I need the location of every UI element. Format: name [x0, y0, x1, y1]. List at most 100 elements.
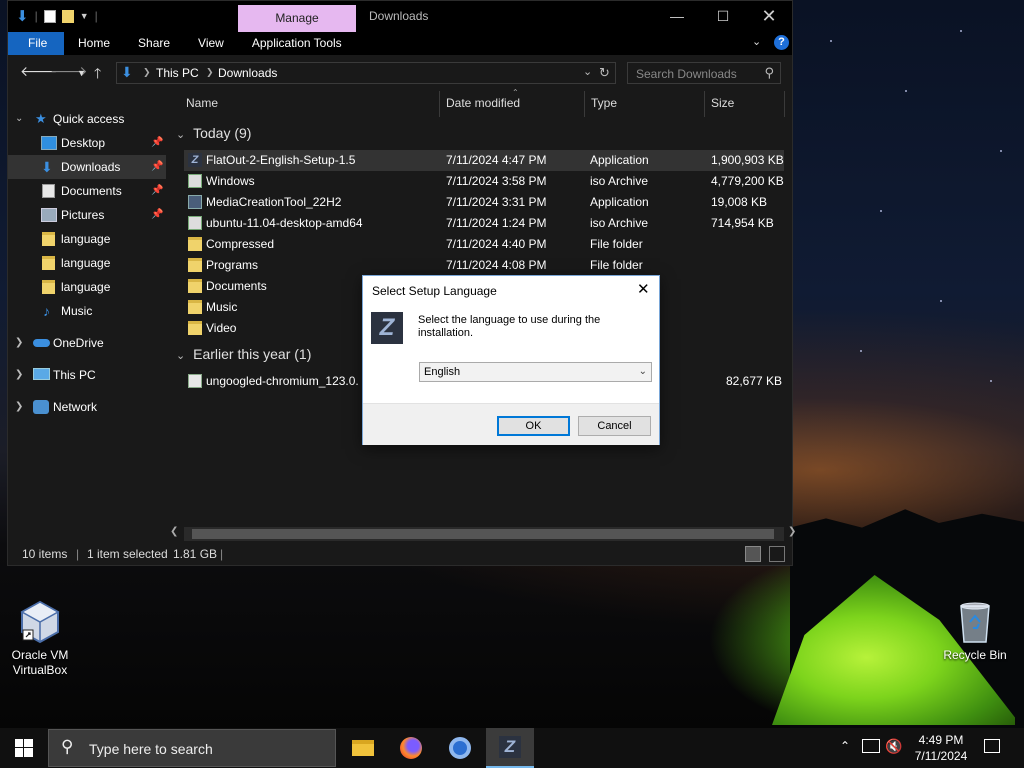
expand-chevron-icon[interactable]: ❯ [15, 363, 23, 387]
cancel-button[interactable]: Cancel [578, 416, 651, 436]
sidebar-item-language[interactable]: language [8, 227, 166, 251]
tab-home[interactable]: Home [64, 32, 124, 55]
address-dropdown-icon[interactable]: ⌄ [583, 65, 592, 78]
taskbar-firefox[interactable] [387, 728, 435, 768]
sidebar-item-label: Downloads [61, 160, 121, 174]
sidebar-item-this-pc[interactable]: ❯ This PC [8, 363, 166, 387]
help-icon[interactable]: ? [774, 35, 789, 50]
taskbar-chromium[interactable] [436, 728, 484, 768]
file-row[interactable]: Z FlatOut-2-English-Setup-1.5 7/11/2024 … [184, 150, 784, 171]
collapse-chevron-icon: ⌄ [176, 129, 186, 141]
network-icon[interactable] [862, 739, 880, 753]
maximize-button[interactable]: ☐ [700, 1, 746, 32]
tab-view[interactable]: View [184, 32, 238, 55]
language-select[interactable]: English ⌄ [419, 362, 652, 382]
properties-icon[interactable] [43, 9, 56, 23]
column-header-date[interactable]: Date modified [446, 96, 520, 110]
file-row[interactable]: ubuntu-11.04-desktop-amd64 7/11/2024 1:2… [184, 213, 784, 234]
refresh-icon[interactable]: ↻ [599, 65, 610, 81]
column-header-name[interactable]: Name [186, 96, 218, 110]
tab-share[interactable]: Share [124, 32, 184, 55]
ok-button[interactable]: OK [497, 416, 570, 436]
recycle-bin-icon [955, 600, 995, 644]
close-button[interactable]: ✕ [746, 1, 792, 32]
file-type: Application [590, 195, 649, 209]
search-box[interactable]: Search Downloads ⚲ [627, 62, 781, 84]
sidebar-item-label: Pictures [61, 208, 105, 222]
folder-icon [188, 258, 202, 272]
file-size: 714,954 KB [711, 216, 774, 230]
sidebar-item-label: language [61, 232, 111, 246]
setup-app-icon: Z [499, 736, 521, 758]
large-icons-view-icon[interactable] [769, 546, 785, 562]
address-bar[interactable]: ⬇ ❯ This PC ❯ Downloads ⌄ ↻ [116, 62, 616, 84]
expand-chevron-icon[interactable]: ❯ [15, 395, 23, 419]
breadcrumb-this-pc[interactable]: This PC [156, 66, 199, 80]
notifications-icon[interactable] [984, 739, 1000, 753]
start-button[interactable] [0, 728, 48, 768]
column-header-size[interactable]: Size [711, 96, 734, 110]
file-row[interactable]: Compressed 7/11/2024 4:40 PM File folder [184, 234, 784, 255]
scroll-left-icon[interactable]: ❮ [170, 526, 178, 537]
sidebar-item-desktop[interactable]: Desktop 📌 [8, 131, 166, 155]
setup-app-icon: Z [371, 312, 403, 344]
tab-manage[interactable]: Manage [238, 5, 356, 32]
file-row[interactable]: Windows 7/11/2024 3:58 PM iso Archive 4,… [184, 171, 784, 192]
clock[interactable]: 4:49 PM 7/11/2024 [906, 732, 976, 764]
download-arrow-icon[interactable]: ⬇ [16, 7, 29, 25]
group-header-today[interactable]: ⌄ Today (9) [176, 125, 251, 141]
desktop-icon-recycle-bin[interactable]: Recycle Bin [935, 600, 1015, 663]
sidebar-item-language[interactable]: language [8, 275, 166, 299]
file-name: Programs [206, 258, 259, 272]
language-select-value: English [424, 366, 461, 378]
ribbon-expand-icon[interactable]: ⌄ [752, 35, 761, 48]
file-row[interactable]: Programs 7/11/2024 4:08 PM File folder [184, 255, 784, 276]
qat-dropdown-icon[interactable]: ▼ [80, 11, 89, 21]
up-arrow-icon[interactable]: 🡑 [94, 63, 101, 87]
star-icon: ★ [35, 111, 47, 126]
file-name: MediaCreationTool_22H2 [206, 195, 342, 209]
tab-file[interactable]: File [8, 32, 64, 55]
pictures-folder-icon [41, 208, 57, 222]
file-type: File folder [590, 237, 643, 251]
sidebar-item-language[interactable]: language [8, 251, 166, 275]
horizontal-scrollbar[interactable]: ❮ ❯ [170, 526, 796, 541]
group-header-earlier[interactable]: ⌄ Earlier this year (1) [176, 346, 311, 362]
dialog-close-icon[interactable]: ✕ [637, 280, 650, 298]
sidebar-item-label: This PC [53, 368, 96, 382]
file-date: 7/11/2024 4:40 PM [446, 237, 547, 251]
minimize-button[interactable]: — [654, 1, 700, 32]
scroll-right-icon[interactable]: ❯ [788, 526, 796, 537]
sidebar-item-music[interactable]: ♪ Music [8, 299, 166, 323]
sidebar-item-downloads[interactable]: ⬇ Downloads 📌 [8, 155, 166, 179]
taskbar-search[interactable]: ⚲ Type here to search [48, 729, 336, 767]
file-row[interactable]: MediaCreationTool_22H2 7/11/2024 3:31 PM… [184, 192, 784, 213]
search-placeholder: Search Downloads [636, 67, 737, 81]
network-icon [33, 400, 49, 414]
sidebar-item-quick-access[interactable]: ⌄ ★ Quick access [8, 107, 166, 131]
taskbar-file-explorer[interactable] [338, 728, 386, 768]
breadcrumb-downloads[interactable]: Downloads [218, 66, 277, 80]
file-name: Windows [206, 174, 255, 188]
selection-count: 1 item selected [87, 547, 168, 561]
collapse-chevron-icon[interactable]: ⌄ [15, 107, 23, 131]
details-view-icon[interactable] [745, 546, 761, 562]
sidebar-item-onedrive[interactable]: ❯ OneDrive [8, 331, 166, 355]
tab-application-tools[interactable]: Application Tools [238, 32, 356, 55]
sidebar-item-documents[interactable]: Documents 📌 [8, 179, 166, 203]
file-name: FlatOut-2-English-Setup-1.5 [206, 153, 356, 167]
column-header-type[interactable]: Type [591, 96, 617, 110]
taskbar-setup-app[interactable]: Z [486, 728, 534, 768]
scrollbar-thumb[interactable] [192, 529, 774, 539]
sidebar-item-pictures[interactable]: Pictures 📌 [8, 203, 166, 227]
sidebar-item-label: Desktop [61, 136, 106, 150]
desktop-icon-virtualbox[interactable]: Oracle VM VirtualBox [0, 600, 80, 678]
recent-locations-chevron-icon[interactable]: ▼ [77, 68, 86, 78]
sidebar-item-network[interactable]: ❯ Network [8, 395, 166, 419]
setup-app-icon: Z [188, 153, 202, 167]
search-icon[interactable]: ⚲ [764, 65, 774, 81]
new-folder-icon[interactable] [61, 9, 74, 23]
volume-muted-icon[interactable]: 🔇 [885, 738, 902, 755]
show-hidden-icons-chevron-icon[interactable]: ⌃ [840, 739, 850, 753]
expand-chevron-icon[interactable]: ❯ [15, 331, 23, 355]
